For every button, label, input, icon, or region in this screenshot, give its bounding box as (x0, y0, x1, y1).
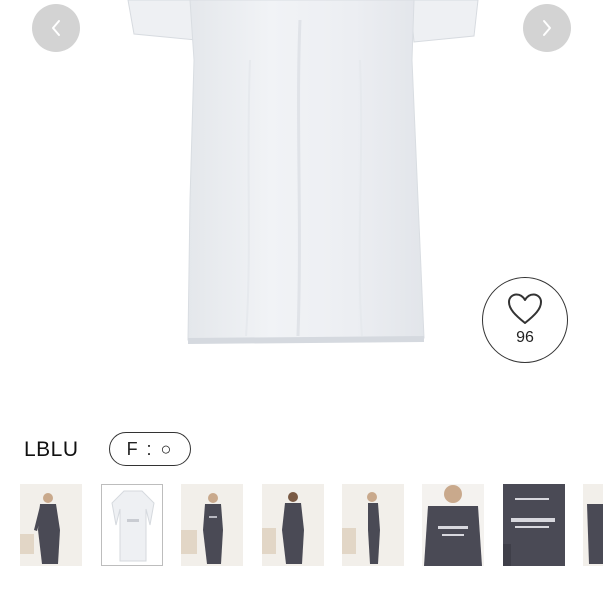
size-option-button[interactable]: F : ○ (109, 432, 191, 466)
thumbnail-image (181, 484, 243, 566)
color-row: LBLU (24, 432, 79, 468)
thumbnail-image (262, 484, 324, 566)
thumbnail-item[interactable] (342, 484, 404, 566)
thumbnail-item[interactable] (181, 484, 243, 566)
thumbnail-strip (0, 484, 603, 568)
thumbnail-image (342, 484, 404, 566)
color-label: LBLU (24, 438, 79, 461)
chevron-right-icon (543, 20, 551, 36)
favorite-count: 96 (516, 329, 534, 346)
thumbnail-item[interactable] (503, 484, 565, 566)
heart-icon (508, 293, 542, 324)
thumbnail-image (422, 484, 484, 566)
gallery-next-button[interactable] (523, 4, 571, 52)
favorite-button[interactable]: 96 (482, 277, 568, 363)
thumbnail-item-selected[interactable] (101, 484, 163, 566)
thumbnail-item[interactable] (583, 484, 603, 566)
gallery-prev-button[interactable] (32, 4, 80, 52)
chevron-left-icon (52, 20, 60, 36)
thumbnail-image (503, 484, 565, 566)
product-image-gallery: 96 (0, 0, 603, 395)
thumbnail-image (102, 485, 162, 565)
thumbnail-item[interactable] (422, 484, 484, 566)
thumbnail-item[interactable] (262, 484, 324, 566)
thumbnail-item[interactable] (20, 484, 82, 566)
thumbnail-image (20, 484, 82, 566)
thumbnail-image (583, 484, 603, 566)
